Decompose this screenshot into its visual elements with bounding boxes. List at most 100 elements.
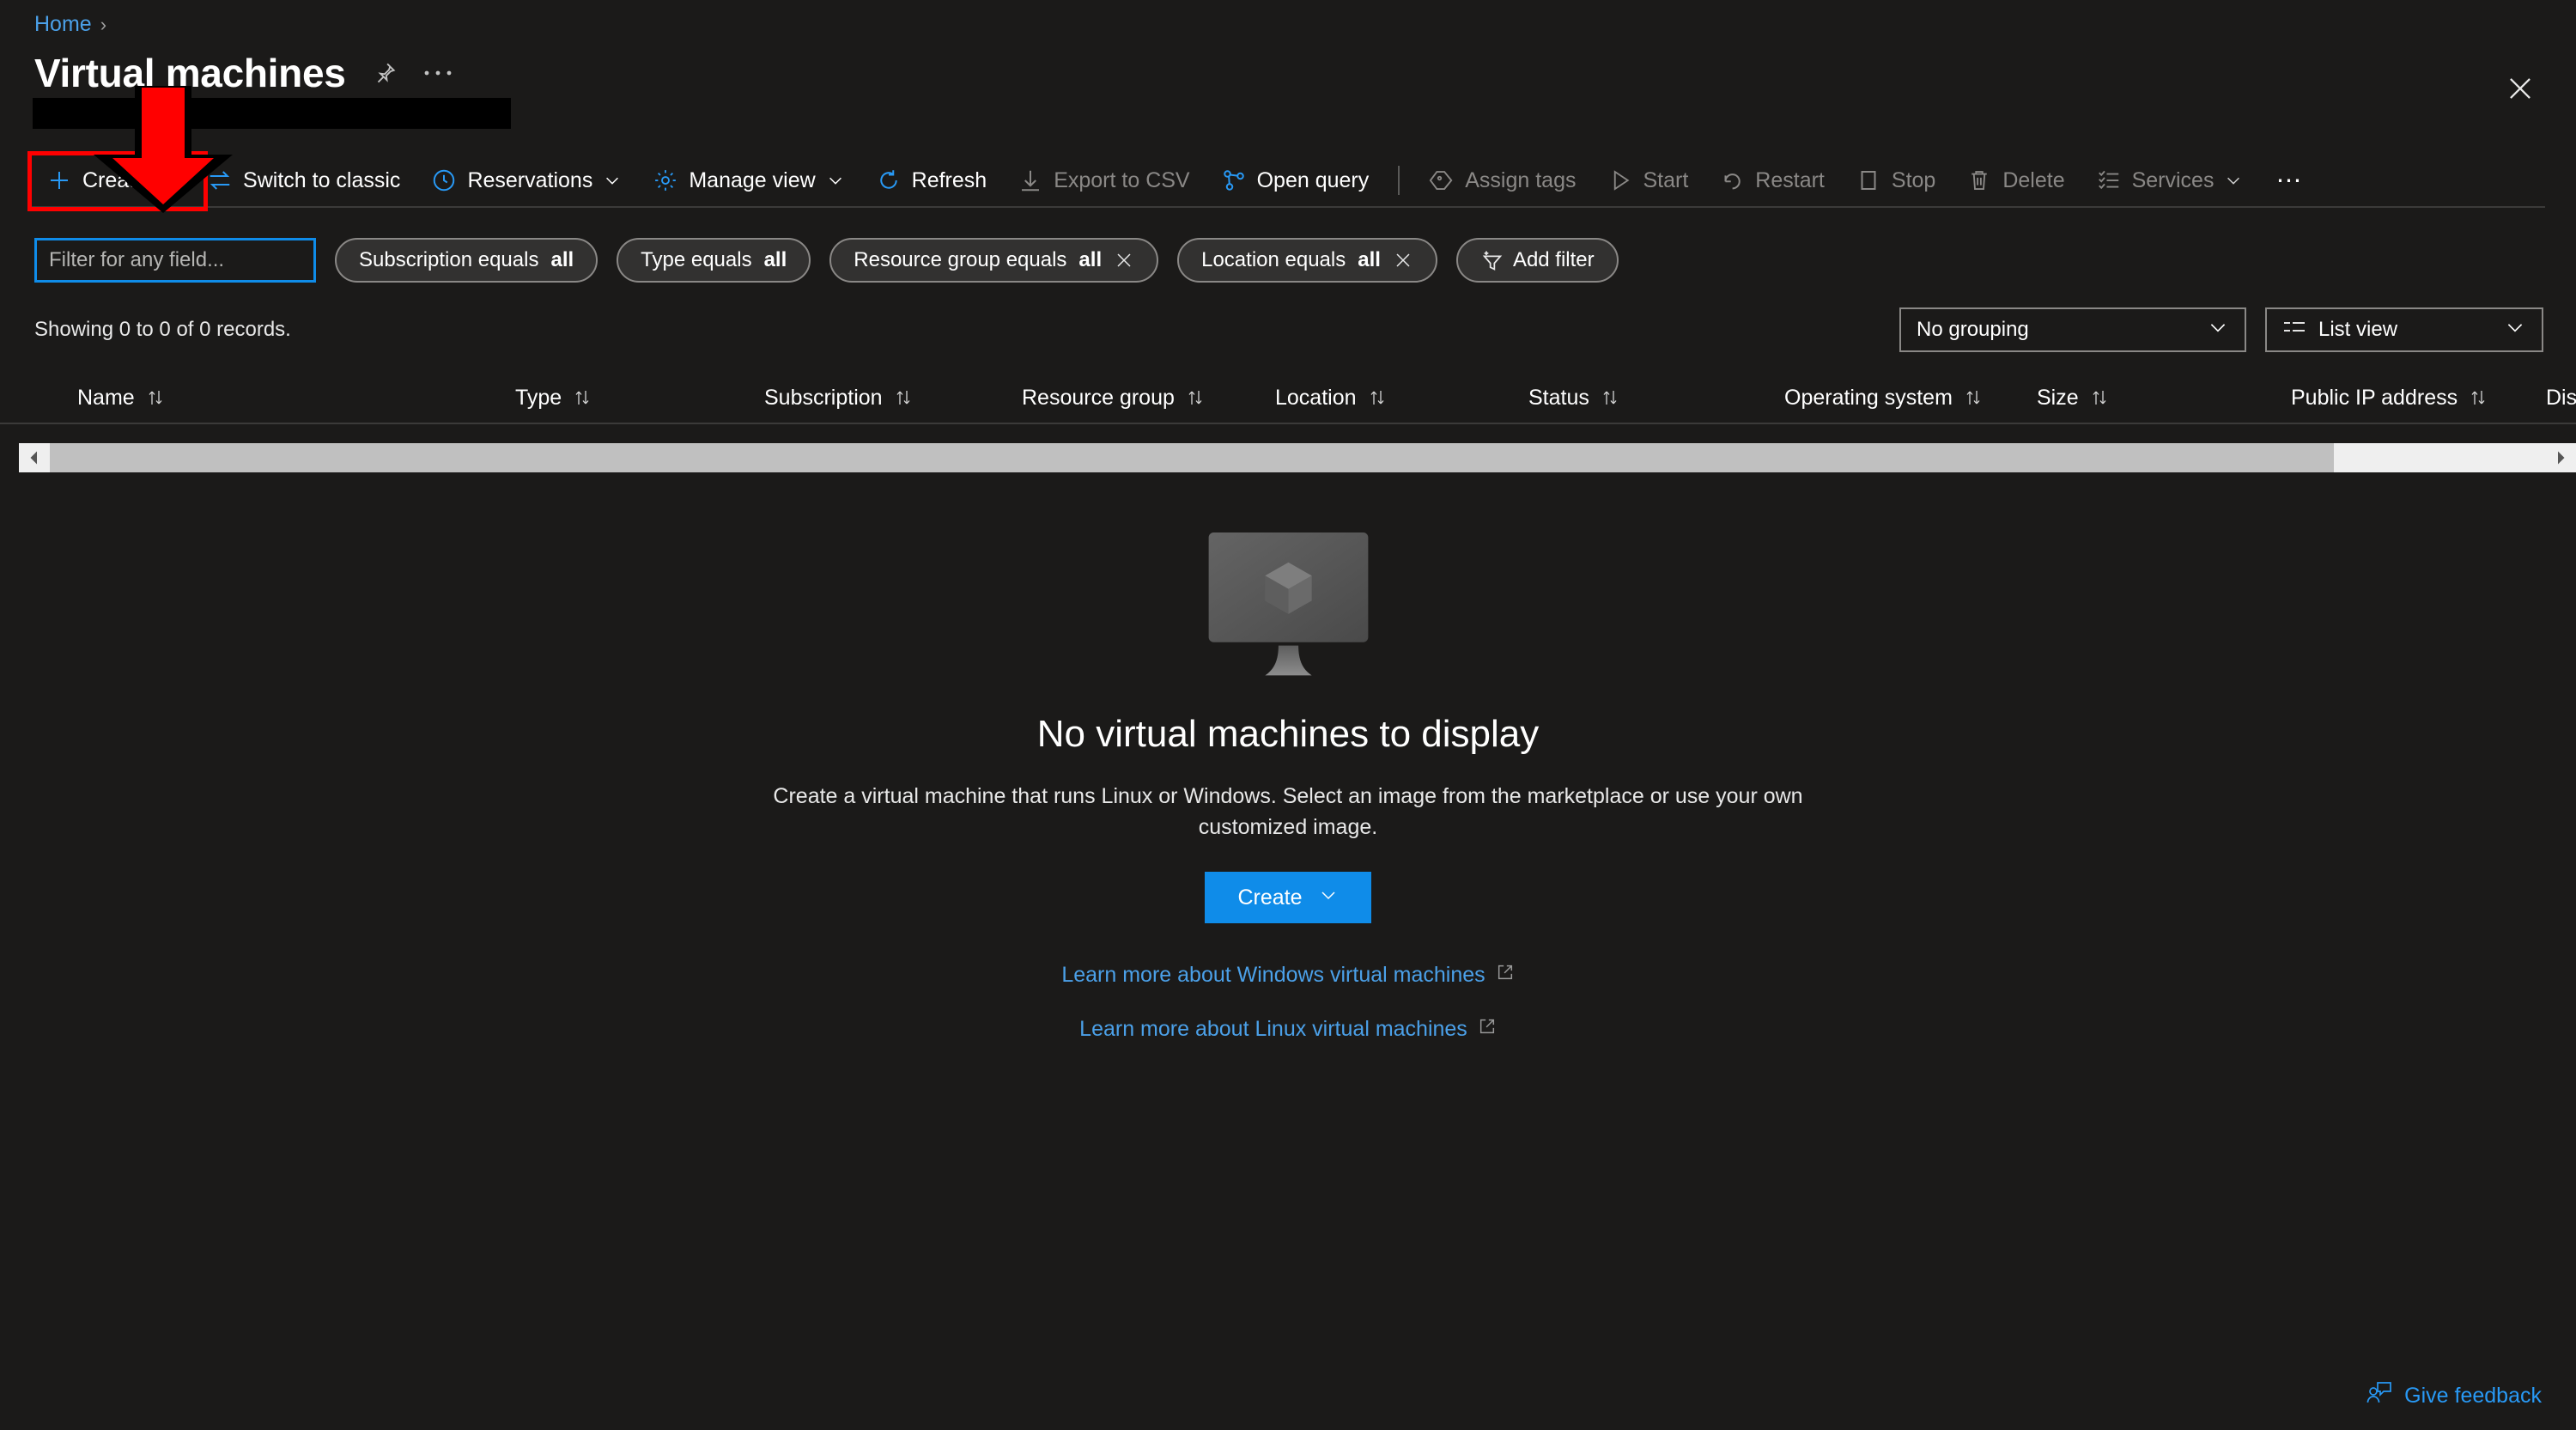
scroll-right-arrow-icon[interactable]: [2545, 443, 2576, 472]
scrollbar-track[interactable]: [50, 443, 2545, 472]
clock-icon: [431, 167, 457, 193]
column-header-status-label: Status: [1528, 386, 1589, 411]
column-header-operating-system-label: Operating system: [1784, 386, 1953, 411]
column-header-type-label: Type: [515, 386, 562, 411]
close-icon[interactable]: [1393, 250, 1413, 271]
breadcrumb: Home ›: [34, 12, 106, 37]
start-button[interactable]: Start: [1592, 154, 1704, 207]
refresh-icon: [876, 167, 902, 193]
filter-pill-resource-group[interactable]: Resource group equals all: [829, 238, 1158, 283]
create-button-label: Create: [82, 168, 147, 193]
switch-to-classic-button[interactable]: Switch to classic: [191, 154, 416, 207]
column-header-subscription[interactable]: Subscription: [764, 371, 914, 424]
filter-pill-location[interactable]: Location equals all: [1177, 238, 1437, 283]
reservations-label: Reservations: [467, 168, 592, 193]
learn-more-windows-link[interactable]: Learn more about Windows virtual machine…: [1061, 963, 1514, 988]
pin-icon[interactable]: [372, 60, 398, 86]
redacted-subscription-bar: [33, 98, 511, 129]
command-separator: [1398, 166, 1400, 195]
plus-icon: [46, 167, 72, 193]
column-header-size-label: Size: [2037, 386, 2079, 411]
chevron-down-icon: [2224, 171, 2243, 190]
trash-icon: [1966, 167, 1992, 193]
delete-label: Delete: [2002, 168, 2064, 193]
column-header-operating-system[interactable]: Operating system: [1784, 371, 1984, 424]
query-icon: [1221, 167, 1247, 193]
filter-pill-subscription-value: all: [550, 248, 574, 272]
external-link-icon: [1478, 1017, 1497, 1042]
filter-pill-subscription-prefix: Subscription equals: [359, 248, 538, 272]
view-select[interactable]: List view: [2265, 307, 2543, 352]
delete-button[interactable]: Delete: [1951, 154, 2080, 207]
create-primary-button[interactable]: Create: [1205, 872, 1371, 923]
person-feedback-icon: [2366, 1381, 2392, 1411]
give-feedback-button[interactable]: Give feedback: [2366, 1381, 2542, 1411]
page-header: Virtual machines: [34, 53, 453, 93]
chevron-down-icon: [1318, 885, 1339, 911]
column-header-resource-group-label: Resource group: [1022, 386, 1175, 411]
column-header-public-ip-address[interactable]: Public IP address: [2291, 371, 2488, 424]
filter-pill-location-prefix: Location equals: [1201, 248, 1346, 272]
assign-tags-button[interactable]: Assign tags: [1413, 154, 1591, 207]
view-select-value: List view: [2318, 318, 2397, 342]
filter-pill-type[interactable]: Type equals all: [617, 238, 811, 283]
column-header-status[interactable]: Status: [1528, 371, 1620, 424]
open-query-label: Open query: [1257, 168, 1370, 193]
empty-state: No virtual machines to display Create a …: [0, 532, 2576, 1071]
stop-button[interactable]: Stop: [1840, 154, 1951, 207]
create-button[interactable]: Create: [31, 154, 191, 207]
column-header-disks[interactable]: Dis: [2546, 371, 2576, 424]
command-overflow-button[interactable]: ⋯: [2258, 166, 2321, 196]
empty-state-description: Create a virtual machine that runs Linux…: [756, 782, 1820, 843]
column-header-public-ip-address-label: Public IP address: [2291, 386, 2458, 411]
manage-view-button[interactable]: Manage view: [637, 154, 860, 207]
chevron-down-icon: [826, 171, 845, 190]
close-icon[interactable]: [1114, 250, 1134, 271]
open-query-button[interactable]: Open query: [1206, 154, 1385, 207]
filter-pill-resource-group-prefix: Resource group equals: [854, 248, 1066, 272]
chevron-down-icon: [2504, 316, 2526, 344]
chevron-right-icon: ›: [100, 14, 106, 36]
learn-more-linux-link[interactable]: Learn more about Linux virtual machines: [1079, 1017, 1497, 1042]
reservations-button[interactable]: Reservations: [416, 154, 637, 207]
column-header-type[interactable]: Type: [515, 371, 592, 424]
search-input[interactable]: [34, 238, 316, 283]
close-button[interactable]: [2500, 69, 2540, 108]
ellipsis-icon[interactable]: [423, 68, 453, 78]
scrollbar-thumb[interactable]: [50, 443, 2334, 472]
sort-icon: [1600, 387, 1620, 408]
chevron-down-icon: [2207, 316, 2229, 344]
restart-icon: [1719, 167, 1745, 193]
column-header-resource-group[interactable]: Resource group: [1022, 371, 1206, 424]
sort-icon: [2089, 387, 2110, 408]
grouping-select[interactable]: No grouping: [1899, 307, 2246, 352]
restart-button[interactable]: Restart: [1704, 154, 1840, 207]
column-header-location-label: Location: [1275, 386, 1357, 411]
vm-list-page: Home › Virtual machines Create: [0, 0, 2576, 1430]
column-header-location[interactable]: Location: [1275, 371, 1388, 424]
export-to-csv-button[interactable]: Export to CSV: [1002, 154, 1205, 207]
empty-state-title: No virtual machines to display: [1037, 713, 1539, 756]
stop-label: Stop: [1892, 168, 1935, 193]
list-check-icon: [2096, 167, 2122, 193]
restart-label: Restart: [1755, 168, 1825, 193]
filter-pill-subscription[interactable]: Subscription equals all: [335, 238, 598, 283]
refresh-button[interactable]: Refresh: [860, 154, 1003, 207]
breadcrumb-home[interactable]: Home: [34, 12, 92, 37]
grouping-select-value: No grouping: [1917, 318, 2029, 342]
add-filter-button[interactable]: Add filter: [1456, 238, 1619, 283]
add-filter-label: Add filter: [1513, 248, 1595, 272]
list-view-icon: [2282, 318, 2306, 342]
horizontal-scrollbar[interactable]: [19, 443, 2576, 472]
services-button[interactable]: Services: [2081, 154, 2259, 207]
add-filter-icon: [1480, 248, 1504, 272]
gear-icon: [653, 167, 678, 193]
column-header-size[interactable]: Size: [2037, 371, 2110, 424]
sort-icon: [1185, 387, 1206, 408]
scroll-left-arrow-icon[interactable]: [19, 443, 50, 472]
column-header-name[interactable]: Name: [77, 371, 166, 424]
column-header-subscription-label: Subscription: [764, 386, 883, 411]
tag-icon: [1429, 167, 1455, 193]
filter-pill-resource-group-value: all: [1078, 248, 1102, 272]
filter-bar: Subscription equals all Type equals all …: [34, 238, 1619, 283]
